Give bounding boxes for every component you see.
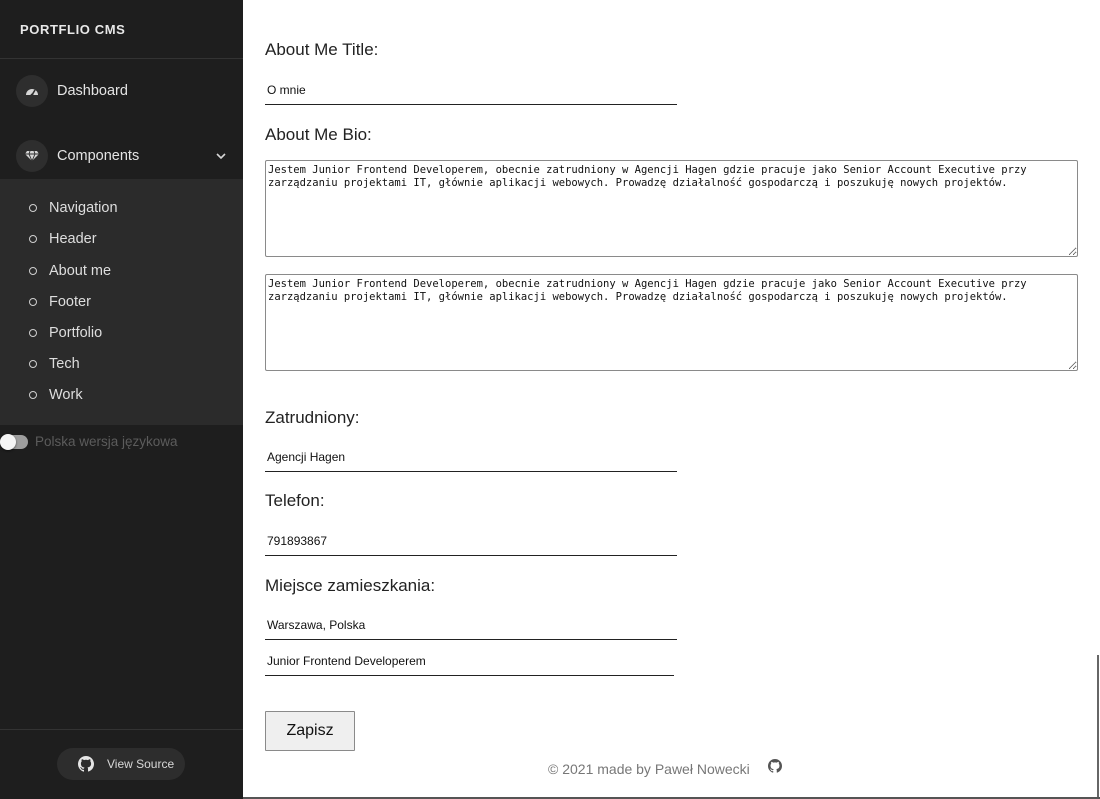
about-title-heading: About Me Title: bbox=[265, 40, 379, 59]
toggle-knob bbox=[0, 434, 16, 450]
submenu-item-label: Work bbox=[49, 386, 83, 403]
language-toggle-label: Polska wersja językowa bbox=[35, 434, 178, 449]
employed-input[interactable] bbox=[265, 442, 677, 472]
diamond-icon bbox=[16, 140, 48, 172]
save-button[interactable]: Zapisz bbox=[265, 711, 355, 751]
submenu-item-navigation[interactable]: Navigation bbox=[0, 192, 243, 223]
submenu-item-label: Footer bbox=[49, 293, 91, 310]
employed-heading: Zatrudniony: bbox=[265, 408, 360, 427]
sidebar-footer-divider bbox=[0, 729, 243, 730]
github-icon[interactable] bbox=[768, 759, 782, 778]
bullet-icon bbox=[29, 203, 37, 212]
about-bio-heading: About Me Bio: bbox=[265, 125, 372, 144]
bullet-icon bbox=[29, 266, 37, 275]
sidebar-item-label: Dashboard bbox=[57, 83, 128, 99]
scrollbar[interactable] bbox=[1097, 655, 1099, 798]
submenu-item-footer[interactable]: Footer bbox=[0, 286, 243, 317]
submenu-item-tech[interactable]: Tech bbox=[0, 348, 243, 379]
bullet-icon bbox=[29, 359, 37, 368]
submenu-item-about-me[interactable]: About me bbox=[0, 255, 243, 286]
main-content: About Me Title: About Me Bio: Jestem Jun… bbox=[243, 0, 1100, 799]
submenu-item-label: Portfolio bbox=[49, 324, 103, 341]
submenu-item-header[interactable]: Header bbox=[0, 223, 243, 254]
submenu-item-portfolio[interactable]: Portfolio bbox=[0, 317, 243, 348]
view-source-label: View Source bbox=[107, 757, 175, 771]
position-input[interactable] bbox=[265, 646, 674, 676]
phone-heading: Telefon: bbox=[265, 491, 325, 510]
about-title-input[interactable] bbox=[265, 75, 677, 105]
github-icon bbox=[78, 756, 94, 777]
phone-input[interactable] bbox=[265, 526, 677, 556]
bullet-icon bbox=[29, 297, 37, 306]
speedometer-icon bbox=[16, 75, 48, 107]
chevron-down-icon bbox=[215, 149, 227, 167]
bullet-icon bbox=[29, 234, 37, 243]
residence-heading: Miejsce zamieszkania: bbox=[265, 576, 436, 595]
sidebar: PORTFLIO CMS Dashboard Components Naviga… bbox=[0, 0, 243, 799]
sidebar-item-label: Components bbox=[57, 148, 140, 164]
language-toggle[interactable] bbox=[0, 434, 28, 450]
sidebar-item-dashboard[interactable]: Dashboard bbox=[0, 67, 243, 115]
submenu-item-label: Tech bbox=[49, 355, 80, 372]
submenu-item-work[interactable]: Work bbox=[0, 379, 243, 410]
submenu-item-label: Navigation bbox=[49, 199, 118, 216]
submenu-item-label: About me bbox=[49, 262, 112, 279]
view-source-button[interactable]: View Source bbox=[57, 748, 185, 780]
bullet-icon bbox=[29, 328, 37, 337]
sidebar-item-components[interactable]: Components bbox=[0, 132, 243, 180]
brand-divider bbox=[0, 58, 243, 59]
about-bio-textarea-2[interactable]: Jestem Junior Frontend Developerem, obec… bbox=[265, 274, 1078, 371]
components-submenu: Navigation Header About me Footer Portfo… bbox=[0, 179, 243, 425]
brand-title: PORTFLIO CMS bbox=[20, 22, 126, 37]
about-bio-textarea[interactable]: Jestem Junior Frontend Developerem, obec… bbox=[265, 160, 1078, 257]
residence-input[interactable] bbox=[265, 610, 677, 640]
submenu-item-label: Header bbox=[49, 230, 97, 247]
footer-credit: © 2021 made by Paweł Nowecki bbox=[548, 761, 750, 777]
bullet-icon bbox=[29, 390, 37, 399]
